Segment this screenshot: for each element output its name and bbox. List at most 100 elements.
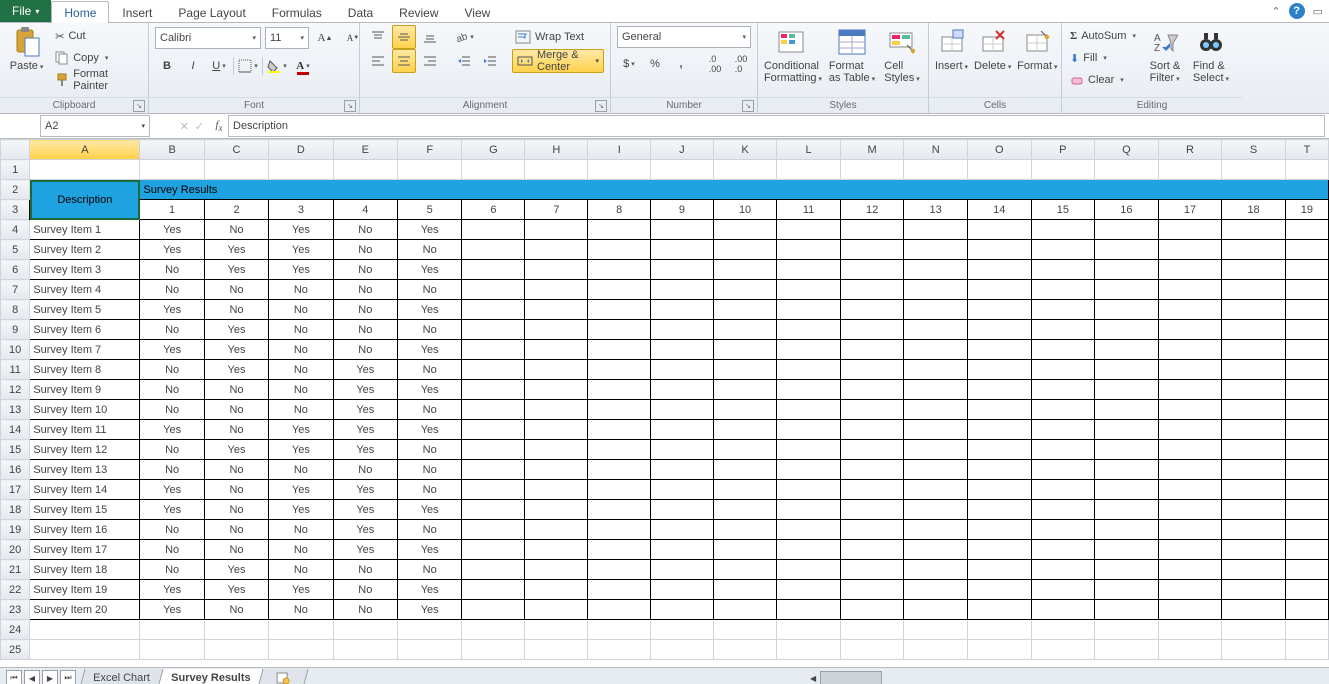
cell-data[interactable]: Yes <box>269 500 333 520</box>
cell[interactable] <box>777 640 840 660</box>
cell-data[interactable]: No <box>333 460 397 480</box>
decrease-decimal-button[interactable]: .00.0 <box>729 52 753 76</box>
cell-data[interactable] <box>713 240 777 260</box>
cell[interactable] <box>1095 160 1159 180</box>
cell-data[interactable] <box>904 480 968 500</box>
cell-data[interactable] <box>713 560 777 580</box>
cell-data[interactable] <box>651 580 714 600</box>
cell-data[interactable] <box>462 460 525 480</box>
cell-data[interactable] <box>1095 500 1159 520</box>
cell-item-label[interactable]: Survey Item 10 <box>30 400 140 420</box>
cell-col-num-2[interactable]: 2 <box>204 200 268 220</box>
cell-data[interactable] <box>777 260 840 280</box>
cell-data[interactable]: Yes <box>397 580 461 600</box>
cell-item-label[interactable]: Survey Item 4 <box>30 280 140 300</box>
font-name-combo[interactable]: Calibri <box>155 27 261 49</box>
cell-data[interactable] <box>1222 220 1286 240</box>
cell[interactable] <box>588 640 651 660</box>
cell-data[interactable] <box>840 280 904 300</box>
cell-data[interactable] <box>840 580 904 600</box>
cell-data[interactable] <box>462 220 525 240</box>
cell-data[interactable] <box>462 320 525 340</box>
cell[interactable] <box>588 160 651 180</box>
cell-data[interactable] <box>1222 540 1286 560</box>
cell-data[interactable] <box>1285 460 1328 480</box>
cell-item-label[interactable]: Survey Item 11 <box>30 420 140 440</box>
cell-data[interactable]: Yes <box>269 580 333 600</box>
cell-data[interactable] <box>1158 260 1222 280</box>
cell-data[interactable]: No <box>397 240 461 260</box>
cell-data[interactable] <box>462 560 525 580</box>
cell-data[interactable]: No <box>333 300 397 320</box>
cell[interactable] <box>1158 160 1222 180</box>
cell-data[interactable] <box>904 280 968 300</box>
number-format-combo[interactable]: General <box>617 26 751 48</box>
cell-data[interactable] <box>1222 300 1286 320</box>
cell-data[interactable] <box>651 540 714 560</box>
tab-page-layout[interactable]: Page Layout <box>165 1 258 23</box>
cell-data[interactable]: No <box>269 400 333 420</box>
cell[interactable] <box>462 640 525 660</box>
cell-data[interactable] <box>1095 280 1159 300</box>
cell-data[interactable]: Yes <box>333 400 397 420</box>
cell[interactable] <box>1031 620 1095 640</box>
cell-data[interactable] <box>777 320 840 340</box>
cell-data[interactable] <box>904 460 968 480</box>
cell-data[interactable]: No <box>204 420 268 440</box>
cell-data[interactable] <box>525 560 588 580</box>
cell-data[interactable]: No <box>204 520 268 540</box>
cell-data[interactable]: No <box>140 380 204 400</box>
cell-data[interactable] <box>967 440 1031 460</box>
row-header-14[interactable]: 14 <box>1 420 30 440</box>
cell-data[interactable] <box>967 480 1031 500</box>
row-header-25[interactable]: 25 <box>1 640 30 660</box>
cell-data[interactable] <box>777 560 840 580</box>
col-header-J[interactable]: J <box>651 140 714 160</box>
cell-data[interactable] <box>588 380 651 400</box>
autosum-button[interactable]: ΣAutoSum <box>1068 26 1138 46</box>
cell-data[interactable] <box>777 460 840 480</box>
cell-col-num-1[interactable]: 1 <box>140 200 204 220</box>
cell-data[interactable] <box>525 540 588 560</box>
cell-data[interactable] <box>1031 220 1095 240</box>
cell-data[interactable]: Yes <box>269 420 333 440</box>
cell-data[interactable]: Yes <box>204 260 268 280</box>
cell[interactable] <box>30 640 140 660</box>
cell[interactable] <box>777 620 840 640</box>
cell-col-num-16[interactable]: 16 <box>1095 200 1159 220</box>
sheet-nav-first[interactable]: ⏮ <box>6 670 22 684</box>
cell-data[interactable] <box>525 380 588 400</box>
cell-data[interactable] <box>713 320 777 340</box>
cell[interactable] <box>30 160 140 180</box>
cell-data[interactable] <box>1222 340 1286 360</box>
cell-col-num-14[interactable]: 14 <box>967 200 1031 220</box>
cell-data[interactable]: No <box>269 540 333 560</box>
paste-button[interactable]: Paste <box>6 26 47 92</box>
cell-data[interactable] <box>904 520 968 540</box>
cell-data[interactable] <box>1031 320 1095 340</box>
cell-data[interactable]: Yes <box>140 600 204 620</box>
cell-data[interactable] <box>904 580 968 600</box>
cell-data[interactable]: No <box>397 520 461 540</box>
col-header-S[interactable]: S <box>1222 140 1286 160</box>
cell[interactable] <box>713 640 777 660</box>
cell-data[interactable] <box>1222 360 1286 380</box>
cell-col-num-12[interactable]: 12 <box>840 200 904 220</box>
cell-data[interactable] <box>588 420 651 440</box>
cell-data[interactable] <box>588 480 651 500</box>
cell-data[interactable] <box>1222 380 1286 400</box>
sheet-tab-excel-chart[interactable]: Excel Chart <box>79 669 163 684</box>
cell-data[interactable]: No <box>397 280 461 300</box>
copy-button[interactable]: Copy <box>53 48 142 68</box>
cell-item-label[interactable]: Survey Item 7 <box>30 340 140 360</box>
font-color-button[interactable]: A <box>291 54 315 78</box>
cell-data[interactable]: No <box>140 560 204 580</box>
cell-data[interactable] <box>1158 580 1222 600</box>
cell-data[interactable] <box>1285 220 1328 240</box>
cell[interactable] <box>525 620 588 640</box>
cell-data[interactable]: No <box>333 280 397 300</box>
cell-data[interactable]: Yes <box>140 480 204 500</box>
cell-data[interactable] <box>588 520 651 540</box>
cell-data[interactable]: No <box>140 320 204 340</box>
cell-data[interactable] <box>777 420 840 440</box>
